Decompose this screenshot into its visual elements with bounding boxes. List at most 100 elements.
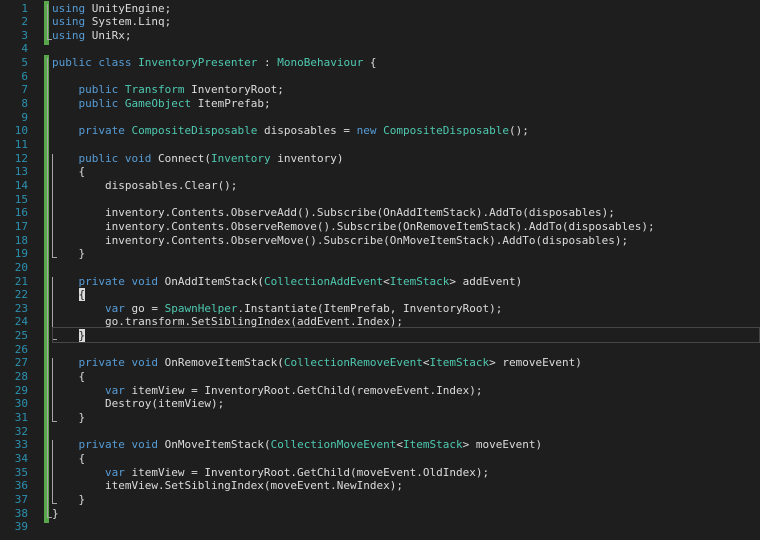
outline-guide-end <box>47 38 52 40</box>
keyword-token: void <box>124 151 152 165</box>
keyword-token: using <box>52 15 86 29</box>
outline-guide[interactable] <box>47 3 48 39</box>
code-token: } <box>52 411 86 424</box>
line-number: 39 <box>14 520 28 534</box>
keyword-token: var <box>104 383 125 397</box>
type-token: Transform <box>124 83 185 97</box>
line-number-gutter: 1 2 3 4 5 6 7 8 9 10 11 12 13 14 15 16 17 18 19 20 21 22 23 24 2… <box>0 0 44 540</box>
outline-guide[interactable] <box>47 58 48 517</box>
code-line[interactable]: } <box>52 410 85 426</box>
code-token: disposables = <box>257 124 357 138</box>
code-token: UniRx; <box>85 28 132 42</box>
code-token: } <box>52 492 86 506</box>
code-token: { <box>52 451 86 465</box>
outline-guide-end <box>52 257 57 259</box>
type-token: CollectionMoveEvent <box>270 438 397 452</box>
code-line[interactable]: using UniRx; <box>52 28 131 44</box>
type-token: Inventory <box>210 151 271 165</box>
code-token: < <box>383 274 390 288</box>
code-token: .Instantiate(ItemPrefab, InventoryRoot); <box>237 301 503 315</box>
code-line[interactable]: } <box>52 246 85 262</box>
keyword-token: public <box>78 97 119 111</box>
outline-guide[interactable] <box>52 358 53 421</box>
code-line[interactable]: public GameObject ItemPrefab; <box>52 96 271 112</box>
keyword-token: public <box>78 83 119 97</box>
code-line[interactable]: itemView.SetSiblingIndex(moveEvent.NewIn… <box>52 478 403 494</box>
outline-guide[interactable] <box>52 153 53 258</box>
code-token: System.Linq; <box>85 15 172 29</box>
type-token: CollectionAddEvent <box>263 274 384 288</box>
code-area[interactable]: using UnityEngine; using System.Linq; usin… <box>52 0 760 540</box>
keyword-token: var <box>104 301 125 315</box>
code-token: inventory.Contents.ObserveMove().Subscri… <box>52 233 629 247</box>
outline-guide[interactable] <box>52 440 53 503</box>
code-line[interactable]: public void Connect(Inventory inventory) <box>52 151 344 167</box>
code-token: Destroy(itemView); <box>52 397 225 411</box>
code-token: OnRemoveItemStack( <box>157 356 284 370</box>
code-token: : <box>257 56 278 70</box>
code-editor[interactable]: 1 2 3 4 5 6 7 8 9 10 11 12 13 14 15 16 17 18 19 20 21 22 23 24 2… <box>0 0 760 540</box>
keyword-token: void <box>131 274 158 288</box>
code-line[interactable]: disposables.Clear(); <box>52 178 237 194</box>
keyword-token: using <box>52 1 86 15</box>
code-token: Connect( <box>151 151 211 165</box>
code-token: } <box>52 506 59 520</box>
code-line[interactable]: public class InventoryPresenter : MonoBe… <box>52 55 377 71</box>
type-token: SpawnHelper <box>164 301 238 315</box>
keyword-token: private <box>78 274 125 288</box>
keyword-token: new <box>356 124 377 138</box>
code-token: > removeEvent) <box>489 356 582 370</box>
code-token: itemView = InventoryRoot.GetChild(moveEv… <box>124 465 490 479</box>
code-token: ItemPrefab; <box>191 97 271 111</box>
code-token: OnMoveItemStack( <box>157 438 271 452</box>
code-token: itemView.SetSiblingIndex(moveEvent.NewIn… <box>52 479 403 493</box>
code-line[interactable]: private void OnMoveItemStack(CollectionM… <box>52 437 543 453</box>
code-token: > moveEvent) <box>462 438 543 452</box>
outline-guide-end <box>47 516 52 518</box>
code-token: InventoryRoot; <box>184 83 284 97</box>
outline-guide-end <box>52 502 57 504</box>
code-token: inventory.Contents.ObserveRemove().Subsc… <box>52 219 655 233</box>
type-token: ItemStack <box>403 438 463 452</box>
type-token: ItemStack <box>429 356 490 370</box>
code-token: } <box>52 247 86 261</box>
type-token: CompositeDisposable <box>131 124 258 138</box>
code-line[interactable]: private void OnAddItemStack(CollectionAd… <box>52 274 523 290</box>
type-token: CompositeDisposable <box>383 124 510 138</box>
code-line[interactable]: private void OnRemoveItemStack(Collectio… <box>52 355 582 371</box>
code-token: itemView = InventoryRoot.GetChild(remove… <box>124 383 483 397</box>
type-token: MonoBehaviour <box>277 56 364 70</box>
keyword-token: public <box>52 56 92 70</box>
code-token: go = <box>124 301 165 315</box>
code-line[interactable]: } <box>52 506 59 522</box>
keyword-token: public <box>78 151 119 165</box>
code-token: { <box>363 56 377 70</box>
keyword-token: private <box>78 356 125 370</box>
code-line[interactable]: inventory.Contents.ObserveMove().Subscri… <box>52 233 628 249</box>
type-token: CollectionRemoveEvent <box>283 356 423 370</box>
brace-match-highlight: { <box>78 288 86 302</box>
keyword-token: private <box>78 124 125 138</box>
keyword-token: class <box>98 56 132 70</box>
current-line-highlight <box>52 327 760 344</box>
keyword-token: private <box>78 438 125 452</box>
type-token: GameObject <box>124 97 192 111</box>
code-line[interactable]: private CompositeDisposable disposables … <box>52 123 529 139</box>
code-token: inventory.Contents.ObserveAdd().Subscrib… <box>52 206 615 220</box>
outline-guide-end <box>52 421 57 422</box>
keyword-token: void <box>131 356 158 370</box>
keyword-token: using <box>52 28 86 42</box>
code-token: { <box>52 370 86 384</box>
code-token: (); <box>509 124 529 138</box>
